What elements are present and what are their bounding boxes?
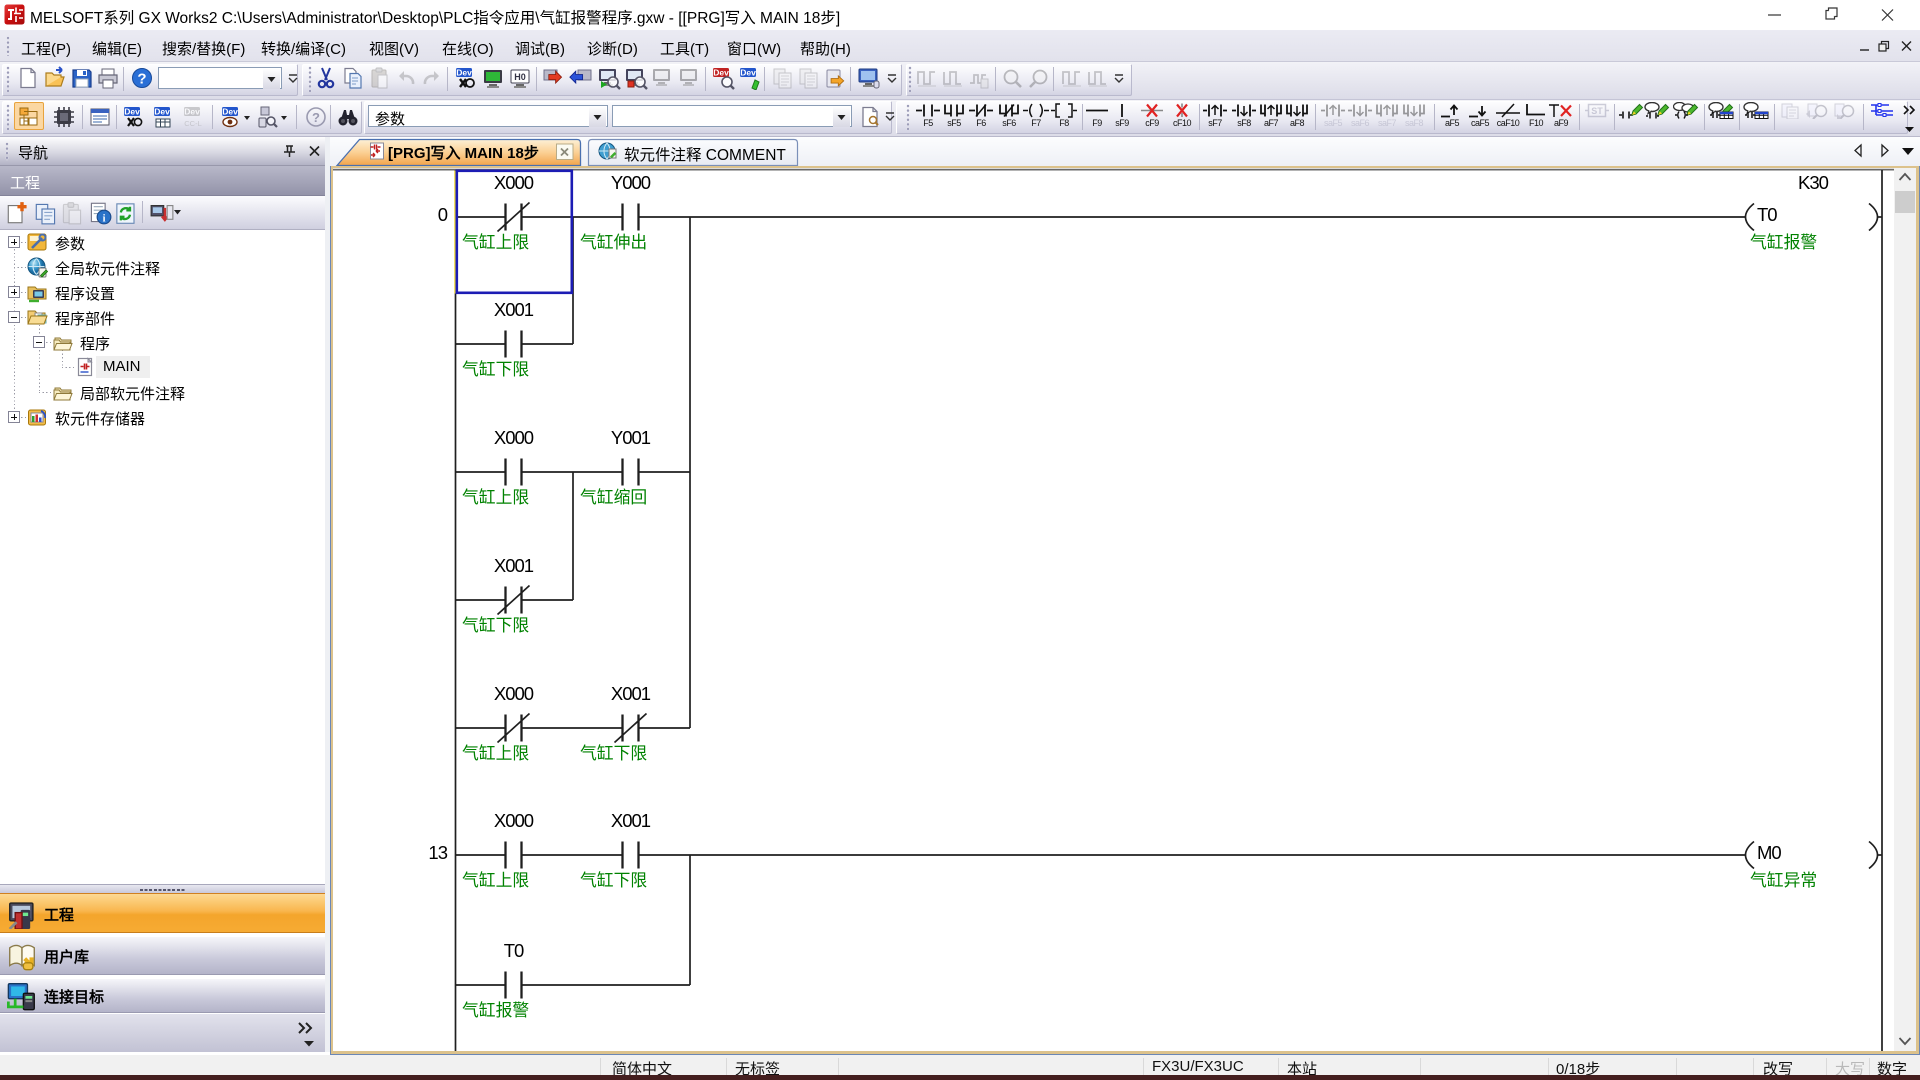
svg-text:X000: X000: [494, 427, 534, 448]
svg-text:气缸报警: 气缸报警: [462, 1000, 529, 1020]
svg-text:Dev: Dev: [713, 68, 729, 78]
svg-text:Dev: Dev: [154, 107, 170, 117]
svg-text:气缸报警: 气缸报警: [1750, 232, 1817, 252]
svg-text:Y001: Y001: [611, 427, 651, 448]
svg-text:X000: X000: [494, 172, 534, 193]
svg-text:X001: X001: [611, 810, 651, 831]
svg-text:X001: X001: [611, 683, 651, 704]
svg-text:气缸异常: 气缸异常: [1750, 870, 1817, 890]
svg-text:?: ?: [312, 110, 320, 125]
svg-text:T0: T0: [1757, 204, 1777, 225]
svg-text:K30: K30: [1798, 172, 1829, 193]
svg-text:X000: X000: [494, 810, 534, 831]
svg-text:H0: H0: [514, 72, 526, 82]
svg-text:13: 13: [428, 842, 447, 863]
svg-text:气缸下限: 气缸下限: [580, 870, 647, 890]
svg-text:ST: ST: [1591, 106, 1603, 116]
svg-text:M0: M0: [1757, 842, 1781, 863]
svg-text:气缸伸出: 气缸伸出: [580, 232, 647, 252]
svg-text:气缸缩回: 气缸缩回: [580, 487, 647, 507]
svg-text:Dev: Dev: [124, 107, 140, 117]
svg-text:?: ?: [137, 71, 146, 88]
svg-text:气缸上限: 气缸上限: [462, 743, 529, 763]
svg-text:Dev: Dev: [456, 68, 472, 78]
svg-text:气缸上限: 气缸上限: [462, 487, 529, 507]
svg-text:T0: T0: [504, 940, 524, 961]
svg-text:气缸下限: 气缸下限: [462, 359, 529, 379]
svg-text:气缸上限: 气缸上限: [462, 870, 529, 890]
svg-text:Y000: Y000: [611, 172, 651, 193]
svg-text:X000: X000: [494, 683, 534, 704]
svg-text:气缸下限: 气缸下限: [580, 743, 647, 763]
svg-text:Dev: Dev: [222, 107, 238, 117]
svg-text:Dev: Dev: [184, 107, 200, 117]
svg-text:X001: X001: [494, 299, 534, 320]
svg-text:气缸上限: 气缸上限: [462, 232, 529, 252]
svg-text:气缸下限: 气缸下限: [462, 615, 529, 635]
svg-text:CC-L: CC-L: [184, 119, 202, 128]
svg-text:X001: X001: [494, 555, 534, 576]
svg-text:Dev: Dev: [740, 68, 756, 78]
svg-text:0: 0: [438, 204, 448, 225]
svg-text:i: i: [103, 214, 106, 225]
